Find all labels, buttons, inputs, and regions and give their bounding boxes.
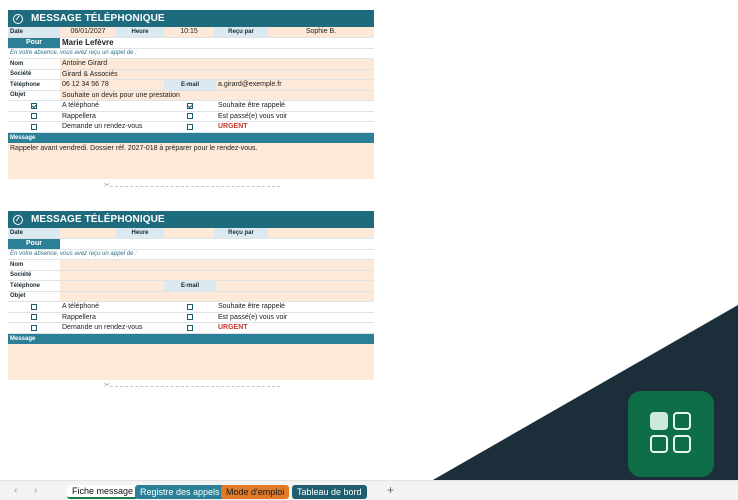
option-a-telephone: A téléphoné xyxy=(62,303,99,311)
message-form-2: MESSAGE TÉLÉPHONIQUE Date Heure Reçu par… xyxy=(8,211,374,380)
cut-line xyxy=(110,386,280,387)
email-label: E-mail xyxy=(164,281,216,291)
telephone-value[interactable] xyxy=(60,281,164,291)
next-sheet-icon[interactable]: › xyxy=(34,485,37,496)
absence-note: En votre absence, vous avez reçu un appe… xyxy=(10,50,137,57)
nom-label: Nom xyxy=(10,261,24,268)
message-body[interactable] xyxy=(8,343,374,380)
logo-square-icon xyxy=(650,412,668,430)
telephone-label: Téléphone xyxy=(10,81,41,88)
cut-line xyxy=(110,186,280,187)
form-title-bar: MESSAGE TÉLÉPHONIQUE xyxy=(8,211,374,228)
pour-value[interactable] xyxy=(60,239,374,249)
telephone-value[interactable]: 06 12 34 56 78 xyxy=(60,80,164,90)
form-title-bar: MESSAGE TÉLÉPHONIQUE xyxy=(8,10,374,27)
date-label: Date xyxy=(8,27,60,37)
logo-square-icon xyxy=(673,412,691,430)
nom-value[interactable] xyxy=(60,260,374,270)
add-sheet-button[interactable]: + xyxy=(387,483,394,497)
objet-value[interactable] xyxy=(60,291,374,301)
date-value[interactable] xyxy=(60,228,116,238)
form-title: MESSAGE TÉLÉPHONIQUE xyxy=(31,214,165,225)
tab-tableau-de-bord[interactable]: Tableau de bord xyxy=(292,485,367,499)
logo-square-icon xyxy=(650,435,668,453)
societe-label: Société xyxy=(10,272,32,279)
recu-par-value[interactable]: Sophie B. xyxy=(268,27,374,37)
form-title: MESSAGE TÉLÉPHONIQUE xyxy=(31,13,165,24)
option-rappellera: Rappellera xyxy=(62,112,96,120)
message-body[interactable]: Rappeler avant vendredi. Dossier réf. 20… xyxy=(8,142,374,179)
heure-value[interactable] xyxy=(164,228,214,238)
societe-label: Société xyxy=(10,71,32,78)
objet-value[interactable]: Souhaite un devis pour une prestation xyxy=(60,90,374,100)
email-label: E-mail xyxy=(164,80,216,90)
tab-fiche-message[interactable]: Fiche message xyxy=(67,485,139,499)
heure-label: Heure xyxy=(116,228,164,238)
app-logo xyxy=(628,391,714,477)
recu-par-label: Reçu par xyxy=(214,228,268,238)
recu-par-label: Reçu par xyxy=(214,27,268,37)
phone-icon xyxy=(13,214,23,225)
societe-value[interactable] xyxy=(60,270,374,280)
checkbox-est-passe[interactable] xyxy=(187,113,193,120)
pour-label: Pour xyxy=(8,37,60,48)
checkbox-a-telephone[interactable] xyxy=(31,102,37,109)
option-est-passe: Est passé(e) vous voir xyxy=(218,112,288,120)
sheet-tab-bar: ‹ › Fiche message Registre des appels Mo… xyxy=(0,480,738,500)
objet-label: Objet xyxy=(10,92,26,99)
date-label: Date xyxy=(8,228,60,238)
email-value[interactable]: a.girard@exemple.fr xyxy=(216,80,374,90)
checkbox-rendez-vous[interactable] xyxy=(31,123,37,130)
scissors-icon: ✂ xyxy=(104,182,110,189)
heure-value[interactable]: 10:15 xyxy=(164,27,214,37)
nom-label: Nom xyxy=(10,60,24,67)
checkbox-rappellera[interactable] xyxy=(31,113,37,120)
checkbox-a-telephone[interactable] xyxy=(31,303,37,310)
telephone-label: Téléphone xyxy=(10,282,41,289)
phone-icon xyxy=(13,13,23,24)
pour-value[interactable]: Marie Lefèvre xyxy=(60,38,374,48)
option-souhaite-rappel: Souhaite être rappelé xyxy=(218,303,285,311)
option-urgent: URGENT xyxy=(218,324,248,332)
checkbox-urgent[interactable] xyxy=(187,123,193,130)
message-label: Message xyxy=(8,132,374,143)
checkbox-souhaite-rappel[interactable] xyxy=(187,303,193,310)
checkbox-souhaite-rappel[interactable] xyxy=(187,102,193,109)
message-form-1: MESSAGE TÉLÉPHONIQUE Date 06/01/2027 Heu… xyxy=(8,10,374,179)
objet-label: Objet xyxy=(10,293,26,300)
logo-square-icon xyxy=(673,435,691,453)
checkbox-urgent[interactable] xyxy=(187,324,193,331)
option-a-telephone: A téléphoné xyxy=(62,102,99,110)
option-souhaite-rappel: Souhaite être rappelé xyxy=(218,102,285,110)
scissors-icon: ✂ xyxy=(104,382,110,389)
option-rendez-vous: Demande un rendez-vous xyxy=(62,123,143,131)
option-urgent: URGENT xyxy=(218,123,248,131)
absence-note: En votre absence, vous avez reçu un appe… xyxy=(10,251,137,258)
checkbox-rendez-vous[interactable] xyxy=(31,324,37,331)
recu-par-value[interactable] xyxy=(268,228,374,238)
nom-value[interactable]: Antoine Girard xyxy=(60,59,374,69)
option-est-passe: Est passé(e) vous voir xyxy=(218,313,288,321)
option-rendez-vous: Demande un rendez-vous xyxy=(62,324,143,332)
checkbox-est-passe[interactable] xyxy=(187,314,193,321)
prev-sheet-icon[interactable]: ‹ xyxy=(14,485,17,496)
heure-label: Heure xyxy=(116,27,164,37)
date-value[interactable]: 06/01/2027 xyxy=(60,27,116,37)
option-rappellera: Rappellera xyxy=(62,313,96,321)
societe-value[interactable]: Girard & Associés xyxy=(60,69,374,79)
message-label: Message xyxy=(8,333,374,344)
tab-mode-emploi[interactable]: Mode d'emploi xyxy=(221,485,290,499)
checkbox-rappellera[interactable] xyxy=(31,314,37,321)
pour-label: Pour xyxy=(8,238,60,249)
email-value[interactable] xyxy=(216,281,374,291)
tab-registre-appels[interactable]: Registre des appels xyxy=(135,485,225,499)
